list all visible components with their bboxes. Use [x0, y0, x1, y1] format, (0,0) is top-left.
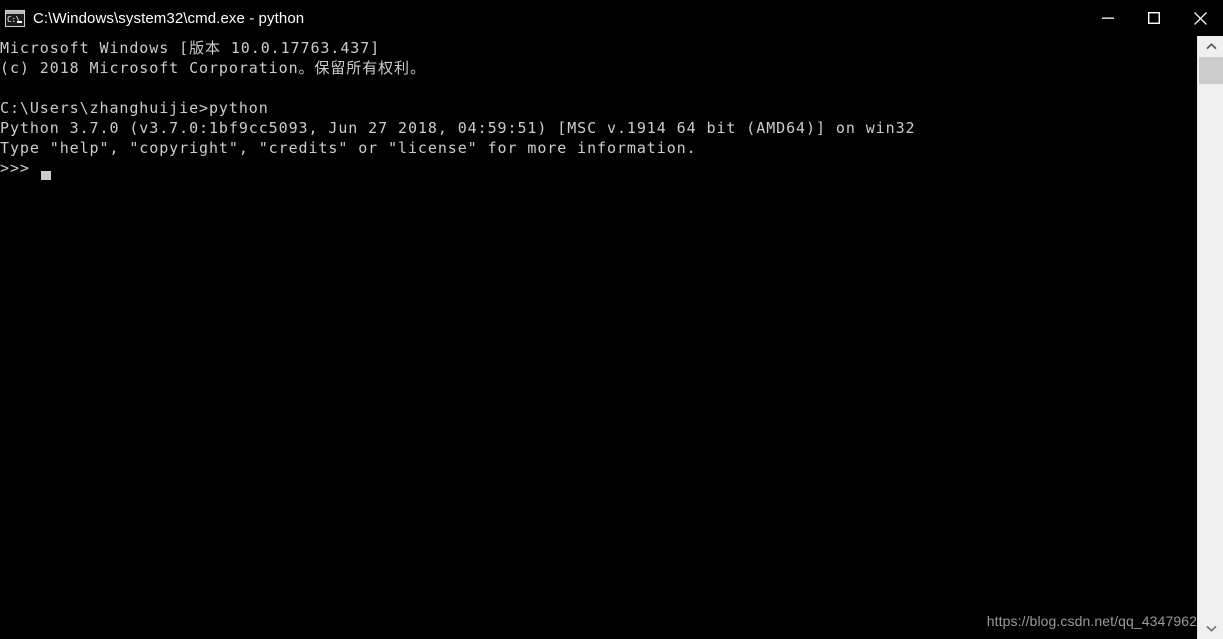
console-text: Microsoft Windows [版本 10.0.17763.437] (c…	[0, 39, 916, 177]
scrollbar-thumb[interactable]	[1199, 57, 1223, 84]
chevron-down-icon	[1205, 625, 1217, 632]
close-icon	[1193, 11, 1207, 25]
close-button[interactable]	[1177, 0, 1223, 36]
minimize-icon	[1102, 17, 1114, 19]
maximize-icon	[1148, 12, 1160, 24]
scroll-down-button[interactable]	[1198, 618, 1223, 639]
scroll-up-button[interactable]	[1198, 36, 1223, 57]
window-controls	[1085, 0, 1223, 36]
minimize-button[interactable]	[1085, 0, 1131, 36]
cmd-icon-cursor	[17, 20, 22, 23]
cmd-window: C:\ C:\Windows\system32\cmd.exe - python	[0, 0, 1223, 639]
vertical-scrollbar[interactable]	[1197, 36, 1223, 639]
watermark-text: https://blog.csdn.net/qq_4347962	[986, 613, 1197, 629]
chevron-up-icon	[1205, 43, 1217, 50]
title-bar[interactable]: C:\ C:\Windows\system32\cmd.exe - python	[0, 0, 1223, 36]
maximize-button[interactable]	[1131, 0, 1177, 36]
window-title: C:\Windows\system32\cmd.exe - python	[33, 9, 305, 27]
cmd-console-icon: C:\	[4, 8, 26, 28]
cmd-icon-titlebar-strip	[6, 10, 24, 14]
console-cursor	[41, 171, 51, 180]
console-output-area[interactable]: Microsoft Windows [版本 10.0.17763.437] (c…	[0, 36, 1197, 639]
